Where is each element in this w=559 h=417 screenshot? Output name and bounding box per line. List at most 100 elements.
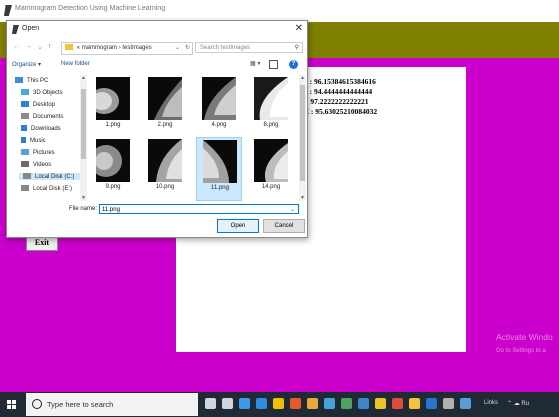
store-icon[interactable]	[273, 398, 284, 409]
file-name-label: File name:	[69, 206, 98, 212]
dialog-titlebar[interactable]: Open ✕	[7, 21, 307, 38]
file-name-value: 11.png	[102, 207, 120, 213]
file-name: 2.png	[157, 122, 173, 128]
python-icon[interactable]	[375, 398, 386, 409]
file-name: 9.png	[105, 184, 121, 190]
drive-icon	[23, 173, 31, 179]
forward-arrow-icon[interactable]: →	[25, 43, 32, 50]
search-icon: ⚲	[294, 45, 299, 51]
nav-item-local-disk-e[interactable]: Local Disk (E:)	[21, 185, 72, 192]
music-icon	[21, 137, 26, 143]
feather-icon	[4, 5, 12, 16]
file-item[interactable]: 10.png	[144, 137, 186, 201]
editor-icon[interactable]	[426, 398, 437, 409]
nav-item-documents[interactable]: Documents	[21, 113, 63, 120]
document-icon	[21, 113, 29, 119]
address-bar[interactable]: « mammogram › testImages ⌄ ↻	[61, 42, 193, 55]
folder-icon	[65, 44, 73, 50]
organize-button[interactable]: Organize ▾	[12, 61, 41, 68]
mammogram-thumbnail	[96, 139, 130, 182]
security-icon[interactable]	[290, 398, 301, 409]
file-item-selected[interactable]: 11.png	[196, 137, 242, 201]
tray-links[interactable]: Links	[484, 400, 498, 406]
back-arrow-icon[interactable]: ←	[13, 43, 20, 50]
scroll-up-icon[interactable]: ▲	[299, 75, 306, 81]
nav-item-this-pc[interactable]: This PC	[15, 77, 48, 84]
up-arrow-icon[interactable]: ↑	[48, 43, 52, 50]
preview-pane-icon[interactable]	[269, 60, 278, 69]
file-item[interactable]: 8.png	[250, 75, 292, 139]
paint-icon[interactable]	[358, 398, 369, 409]
view-options-icon[interactable]: ▦ ▾	[250, 60, 260, 67]
terminal-icon[interactable]	[341, 398, 352, 409]
file-item[interactable]: 14.png	[250, 137, 292, 201]
mammogram-thumbnail-image	[96, 88, 119, 114]
feather-icon	[12, 25, 19, 34]
mic-icon[interactable]	[205, 398, 216, 409]
breadcrumb-mammogram[interactable]: mammogram	[82, 45, 117, 51]
mammogram-thumbnail	[254, 77, 288, 120]
file-name: 4.png	[211, 122, 227, 128]
chrome-icon[interactable]	[307, 398, 318, 409]
open-file-dialog: Open ✕ ← → ⌄ ↑ « mammogram › testImages …	[6, 20, 308, 238]
file-item[interactable]: 1.png	[92, 75, 134, 139]
nav-item-3d-objects[interactable]: 3D Objects	[21, 89, 63, 96]
nav-item-music[interactable]: Music	[21, 137, 46, 144]
result-line-4: E : 95.63025210084032	[304, 107, 378, 116]
chrome2-icon[interactable]	[324, 398, 335, 409]
idle-icon[interactable]	[443, 398, 454, 409]
nav-item-desktop[interactable]: Desktop	[21, 101, 55, 108]
ie-icon[interactable]	[256, 398, 267, 409]
pictures-icon	[21, 149, 29, 155]
help-icon[interactable]: ?	[289, 60, 298, 69]
nav-item-videos[interactable]: Videos	[21, 161, 51, 168]
edge-icon[interactable]	[239, 398, 250, 409]
file-item[interactable]: 9.png	[92, 137, 134, 201]
mammogram-thumbnail	[96, 77, 130, 120]
cancel-button[interactable]: Cancel	[263, 219, 305, 233]
breadcrumb-testimages[interactable]: testImages	[122, 45, 151, 51]
pinned-app-icon[interactable]	[460, 398, 471, 409]
result-line-2: a : 94.4444444444444	[304, 87, 373, 96]
video-icon	[21, 161, 29, 167]
task-view-icon[interactable]	[222, 398, 233, 409]
result-line-1: y : 96.15384615384616	[304, 77, 376, 86]
media-icon[interactable]	[392, 398, 403, 409]
file-item[interactable]: 4.png	[198, 75, 240, 139]
new-folder-button[interactable]: New folder	[61, 61, 90, 67]
nav-scrollbar[interactable]: ▲ ▼	[80, 75, 87, 201]
explorer-icon[interactable]	[409, 398, 420, 409]
taskbar: Type here to search Links ⌃ ☁ Ru	[0, 392, 559, 417]
recent-chevron-icon[interactable]: ⌄	[37, 43, 43, 51]
open-button[interactable]: Open	[217, 219, 259, 233]
taskbar-search-input[interactable]: Type here to search	[26, 393, 198, 416]
windows-start-icon[interactable]	[7, 400, 16, 409]
search-placeholder: Search testImages	[200, 45, 251, 51]
file-list: 1.png 2.png 4.png 8.png 9.png 10.png 11.…	[90, 75, 298, 201]
mammogram-thumbnail-image	[96, 145, 122, 177]
scroll-down-icon[interactable]: ▼	[80, 195, 87, 201]
nav-item-pictures[interactable]: Pictures	[21, 149, 55, 156]
address-row: ← → ⌄ ↑ « mammogram › testImages ⌄ ↻ Sea…	[7, 39, 307, 57]
nav-item-downloads[interactable]: Downloads	[21, 125, 61, 132]
file-name: 1.png	[105, 122, 121, 128]
download-icon	[21, 125, 27, 131]
file-scrollbar[interactable]: ▲ ▼	[299, 75, 306, 201]
file-name-input[interactable]: 11.png ⌄	[99, 204, 299, 214]
scroll-down-icon[interactable]: ▼	[299, 195, 306, 201]
nav-item-local-disk-c[interactable]: Local Disk (C:)	[19, 173, 81, 180]
tray-icons[interactable]: ⌃ ☁ Ru	[507, 400, 529, 407]
file-scroll-thumb[interactable]	[300, 85, 305, 181]
close-icon[interactable]: ✕	[295, 23, 303, 34]
taskbar-search-placeholder: Type here to search	[47, 400, 114, 409]
search-input[interactable]: Search testImages ⚲	[195, 42, 303, 53]
file-item[interactable]: 2.png	[144, 75, 186, 139]
scroll-up-icon[interactable]: ▲	[80, 75, 87, 81]
chevron-down-icon[interactable]: ⌄	[290, 205, 295, 215]
chevron-down-icon[interactable]: ⌄	[175, 43, 180, 54]
nav-scroll-thumb[interactable]	[81, 89, 86, 159]
refresh-icon[interactable]: ↻	[185, 43, 190, 54]
mammogram-thumbnail-image	[264, 143, 288, 182]
breadcrumb-overflow[interactable]: «	[77, 45, 80, 51]
file-name: 14.png	[261, 184, 281, 190]
